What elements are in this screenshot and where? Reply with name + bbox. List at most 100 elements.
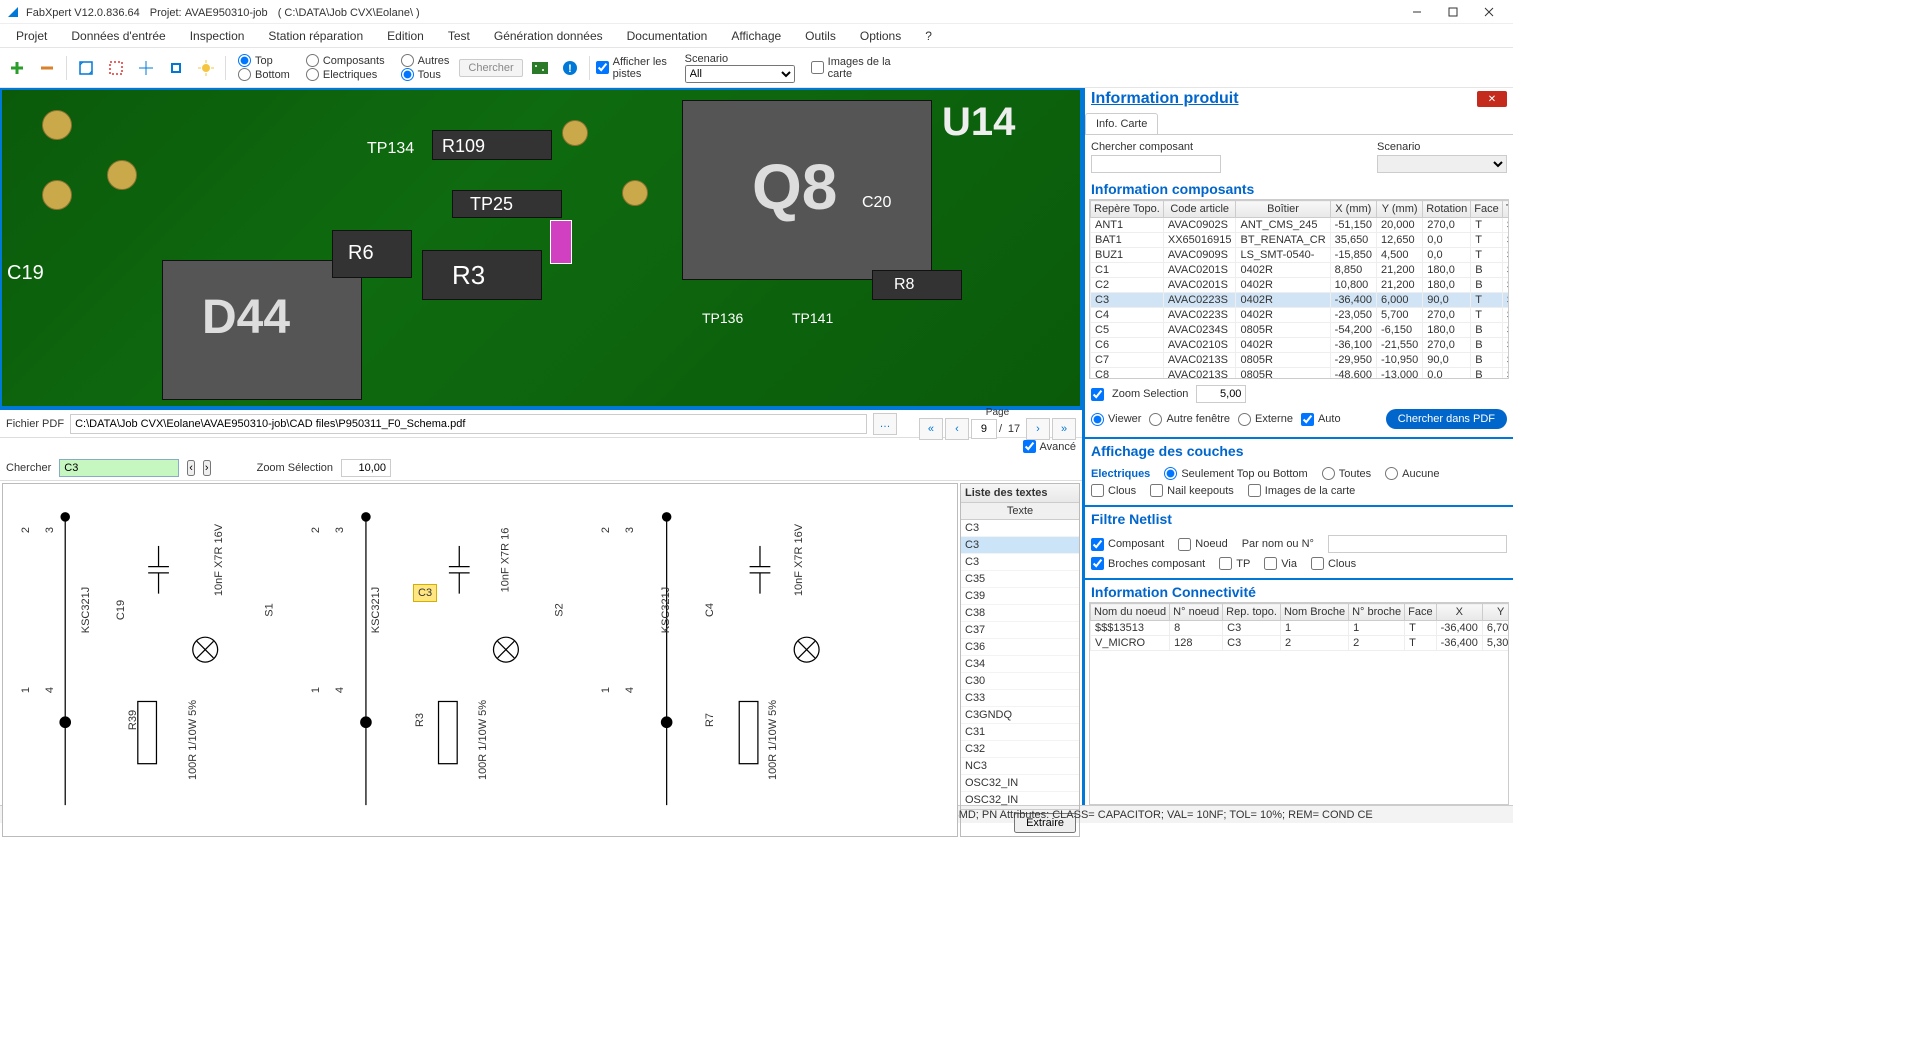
table-row[interactable]: C4AVAC0223S0402R-23,0505,700270,0TSMD <box>1091 308 1510 323</box>
table-row[interactable]: C8AVAC0213S0805R-48,600-13,0000,0BSMD <box>1091 368 1510 380</box>
text-list-column[interactable]: Texte <box>961 503 1079 520</box>
menu-stationrparation[interactable]: Station réparation <box>256 26 375 46</box>
radio-seulement[interactable] <box>1164 467 1177 480</box>
tab-info-carte[interactable]: Info. Carte <box>1085 113 1158 134</box>
zoom-region-icon[interactable] <box>103 55 129 81</box>
table-row[interactable]: ANT1AVAC0902SANT_CMS_245-51,15020,000270… <box>1091 218 1510 233</box>
text-list-item[interactable]: OSC32_IN <box>961 775 1079 792</box>
text-list-item[interactable]: C38 <box>961 605 1079 622</box>
search-comp-input[interactable] <box>1091 155 1221 173</box>
table-row[interactable]: C3AVAC0223S0402R-36,4006,00090,0TSMD <box>1091 293 1510 308</box>
add-icon[interactable] <box>4 55 30 81</box>
conn-header[interactable]: X <box>1436 604 1482 621</box>
minimize-button[interactable] <box>1399 1 1435 23</box>
menu-[interactable]: ? <box>913 26 944 46</box>
radio-externe[interactable] <box>1238 413 1251 426</box>
search-button[interactable]: Chercher <box>459 59 522 77</box>
search-pdf-button[interactable]: Chercher dans PDF <box>1386 409 1507 429</box>
comp-header[interactable]: Boîtier <box>1236 201 1330 218</box>
images-carte-checkbox[interactable] <box>811 61 824 74</box>
conn-header[interactable]: Face <box>1405 604 1436 621</box>
radio-aucune[interactable] <box>1385 467 1398 480</box>
conn-header[interactable]: N° noeud <box>1170 604 1223 621</box>
radio-autres[interactable] <box>401 54 414 67</box>
radio-toutes[interactable] <box>1322 467 1335 480</box>
menu-donnesdentre[interactable]: Données d'entrée <box>59 26 177 46</box>
sun-icon[interactable] <box>193 55 219 81</box>
zoom-selection-input[interactable] <box>1196 385 1246 403</box>
pdf-search-next[interactable]: › <box>203 460 211 476</box>
zoom-fit-icon[interactable] <box>73 55 99 81</box>
pcb-viewer[interactable]: Q8 D44 U14 R109 TP134 TP25 R6 R3 TP136 T… <box>0 88 1082 408</box>
par-nom-input[interactable] <box>1328 535 1507 553</box>
table-row[interactable]: C1AVAC0201S0402R8,85021,200180,0BSMD <box>1091 263 1510 278</box>
pdf-advanced-checkbox[interactable] <box>1023 440 1036 453</box>
via-checkbox[interactable] <box>1264 557 1277 570</box>
text-list-item[interactable]: C3 <box>961 537 1079 554</box>
pdf-last-button[interactable]: » <box>1052 418 1076 440</box>
comp-header[interactable]: Y (mm) <box>1376 201 1422 218</box>
auto-checkbox[interactable] <box>1301 413 1314 426</box>
radio-electriques[interactable] <box>306 68 319 81</box>
afficher-pistes-checkbox[interactable] <box>596 61 609 74</box>
pdf-zoom-input[interactable] <box>341 459 391 477</box>
conn-header[interactable]: Rep. topo. <box>1223 604 1281 621</box>
menu-documentation[interactable]: Documentation <box>615 26 720 46</box>
table-row[interactable]: C5AVAC0234S0805R-54,200-6,150180,0BSMD <box>1091 323 1510 338</box>
conn-header[interactable]: Y <box>1482 604 1509 621</box>
comp-header[interactable]: Techno. <box>1502 201 1509 218</box>
text-list-item[interactable]: C3 <box>961 554 1079 571</box>
comp-header[interactable]: Code article <box>1163 201 1236 218</box>
broches-checkbox[interactable] <box>1091 557 1104 570</box>
right-panel-close[interactable]: ✕ <box>1477 91 1507 107</box>
conn-header[interactable]: Nom du noeud <box>1091 604 1170 621</box>
pdf-page-current[interactable] <box>971 419 997 439</box>
comp-header[interactable]: X (mm) <box>1330 201 1376 218</box>
pdf-path-input[interactable] <box>70 414 867 434</box>
components-table[interactable]: Repère Topo.Code articleBoîtierX (mm)Y (… <box>1090 200 1509 379</box>
pdf-search-prev[interactable]: ‹ <box>187 460 195 476</box>
crosshair-icon[interactable] <box>133 55 159 81</box>
remove-icon[interactable] <box>34 55 60 81</box>
right-scenario-select[interactable] <box>1377 155 1507 173</box>
text-list-item[interactable]: C37 <box>961 622 1079 639</box>
text-list-item[interactable]: C35 <box>961 571 1079 588</box>
radio-viewer[interactable] <box>1091 413 1104 426</box>
menu-projet[interactable]: Projet <box>4 26 59 46</box>
comp-header[interactable]: Face <box>1471 201 1502 218</box>
board-icon[interactable] <box>527 55 553 81</box>
comp-header[interactable]: Rotation <box>1423 201 1471 218</box>
menu-test[interactable]: Test <box>436 26 482 46</box>
zoom-selection-checkbox[interactable] <box>1091 388 1104 401</box>
menu-edition[interactable]: Edition <box>375 26 436 46</box>
pdf-first-button[interactable]: « <box>919 418 943 440</box>
noeud-checkbox[interactable] <box>1178 538 1191 551</box>
text-list-item[interactable]: C30 <box>961 673 1079 690</box>
clous-checkbox[interactable] <box>1091 484 1104 497</box>
pdf-prev-button[interactable]: ‹ <box>945 418 969 440</box>
menu-inspection[interactable]: Inspection <box>178 26 257 46</box>
table-row[interactable]: BAT1XX65016915BT_RENATA_CR35,65012,6500,… <box>1091 233 1510 248</box>
text-list-item[interactable]: C32 <box>961 741 1079 758</box>
clous2-checkbox[interactable] <box>1311 557 1324 570</box>
table-row[interactable]: C7AVAC0213S0805R-29,950-10,95090,0BSMD <box>1091 353 1510 368</box>
conn-header[interactable]: N° broche <box>1349 604 1405 621</box>
menu-options[interactable]: Options <box>848 26 913 46</box>
pdf-next-button[interactable]: › <box>1026 418 1050 440</box>
conn-header[interactable]: Nom Broche <box>1280 604 1348 621</box>
maximize-button[interactable] <box>1435 1 1471 23</box>
table-row[interactable]: C2AVAC0201S0402R10,80021,200180,0BSMD <box>1091 278 1510 293</box>
table-row[interactable]: $$$135138C311T-36,4006,70022 <box>1091 621 1510 636</box>
text-list-item[interactable]: NC3 <box>961 758 1079 775</box>
close-button[interactable] <box>1471 1 1507 23</box>
text-list-item[interactable]: C3GNDQ <box>961 707 1079 724</box>
nail-checkbox[interactable] <box>1150 484 1163 497</box>
text-list-item[interactable]: C34 <box>961 656 1079 673</box>
table-row[interactable]: C6AVAC0210S0402R-36,100-21,550270,0BSMD <box>1091 338 1510 353</box>
images-checkbox[interactable] <box>1248 484 1261 497</box>
text-list-item[interactable]: OSC32_IN <box>961 792 1079 809</box>
table-row[interactable]: BUZ1AVAC0909SLS_SMT-0540--15,8504,5000,0… <box>1091 248 1510 263</box>
pdf-more-button[interactable]: … <box>873 413 897 435</box>
text-list-item[interactable]: C33 <box>961 690 1079 707</box>
text-list-item[interactable]: C39 <box>961 588 1079 605</box>
